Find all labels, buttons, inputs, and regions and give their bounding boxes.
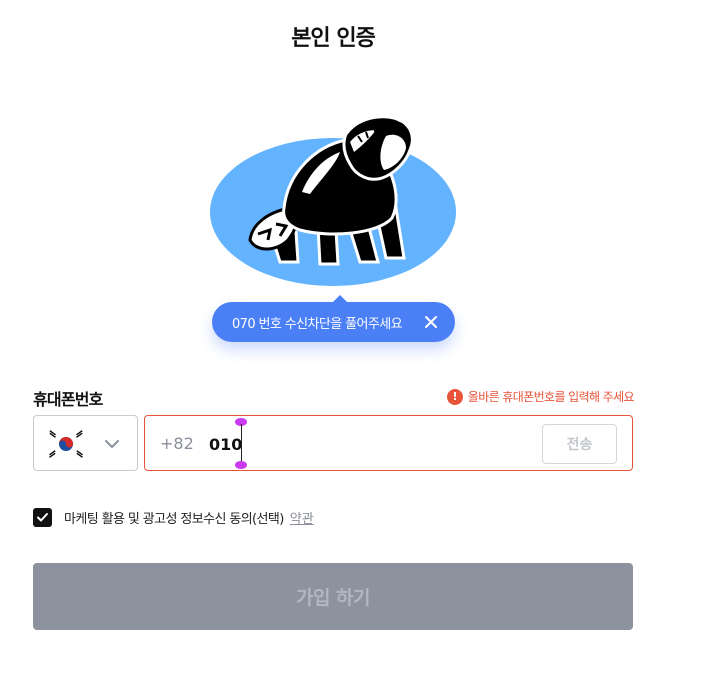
chevron-down-icon — [105, 440, 119, 449]
notice-tooltip: 070 번호 수신차단을 풀어주세요 — [212, 295, 455, 342]
country-code: +82 — [160, 434, 194, 453]
close-icon[interactable] — [423, 314, 439, 330]
country-select[interactable] — [33, 415, 138, 471]
consent-text: 마케팅 활용 및 광고성 정보수신 동의(선택) — [64, 512, 284, 527]
marketing-consent: 마케팅 활용 및 광고성 정보수신 동의(선택) 약관 — [33, 508, 314, 527]
phone-field: +82 전송 — [144, 415, 633, 471]
phone-error-text: 올바른 휴대폰번호를 입력해 주세요 — [467, 390, 635, 404]
phone-input[interactable] — [209, 431, 409, 457]
south-korea-flag-icon — [46, 429, 86, 459]
signup-button[interactable]: 가입 하기 — [33, 563, 633, 630]
selection-handle-bottom[interactable] — [235, 461, 247, 469]
page-title: 본인 인증 — [291, 26, 376, 51]
phone-label: 휴대폰번호 — [33, 390, 103, 409]
text-caret — [241, 424, 242, 466]
terms-link[interactable]: 약관 — [290, 508, 314, 527]
alert-icon: ! — [446, 388, 463, 405]
checkmark-icon — [37, 513, 48, 522]
send-button[interactable]: 전송 — [542, 424, 617, 464]
phone-error: ! 올바른 휴대폰번호를 입력해 주세요 — [446, 388, 635, 405]
consent-checkbox[interactable] — [33, 508, 52, 527]
tooltip-text: 070 번호 수신차단을 풀어주세요 — [232, 316, 403, 332]
red-panda-illustration — [210, 115, 456, 286]
